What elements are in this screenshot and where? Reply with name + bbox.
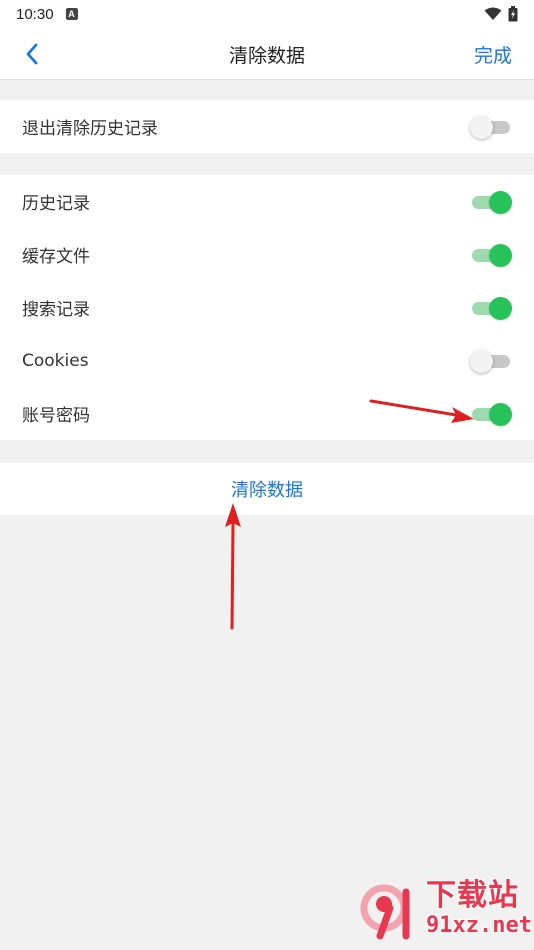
status-bar: 10:30 A — [0, 0, 534, 28]
clear-data-label: 清除数据 — [231, 480, 303, 501]
setting-label: 缓存文件 — [22, 247, 90, 267]
history-toggle[interactable] — [470, 190, 512, 214]
nav-bar: 清除数据 完成 — [0, 28, 534, 80]
toggle-knob — [470, 349, 493, 373]
watermark-line2: 91xz.net — [426, 913, 532, 938]
watermark: 下载站 91xz.net — [360, 868, 532, 950]
setting-label: Cookies — [22, 350, 89, 371]
exit-clear-group: 退出清除历史记录 — [0, 100, 534, 153]
toggle-knob — [489, 402, 512, 426]
chevron-left-icon — [26, 43, 38, 65]
setting-label: 退出清除历史记录 — [22, 119, 158, 139]
setting-label: 账号密码 — [22, 406, 90, 426]
clear-items-group: 历史记录 缓存文件 搜索记录 Cookies 账号密码 — [0, 175, 534, 440]
page-title: 清除数据 — [228, 44, 305, 67]
arrow-to-clear-button — [225, 503, 241, 630]
wifi-icon — [484, 7, 502, 20]
cookies-toggle[interactable] — [470, 349, 512, 373]
toggle-knob — [489, 296, 512, 320]
setting-row-history: 历史记录 — [0, 175, 534, 228]
setting-row-cache-files: 缓存文件 — [0, 228, 534, 281]
watermark-logo-icon — [360, 878, 422, 940]
toggle-knob — [470, 115, 493, 139]
a-icon: A — [65, 8, 78, 20]
search-history-toggle[interactable] — [470, 296, 512, 320]
battery-charging-icon — [508, 6, 518, 22]
exit-clear-history-toggle[interactable] — [470, 115, 512, 139]
setting-row-exit-clear-history: 退出清除历史记录 — [0, 100, 534, 153]
toggle-knob — [489, 243, 512, 267]
setting-label: 搜索记录 — [22, 300, 90, 320]
clear-data-button[interactable]: 清除数据 — [0, 463, 534, 515]
setting-row-cookies: Cookies — [0, 334, 534, 387]
status-time: 10:30 — [16, 5, 54, 23]
setting-row-account-passwords: 账号密码 — [0, 387, 534, 440]
done-button[interactable]: 完成 — [474, 28, 512, 80]
setting-row-search-history: 搜索记录 — [0, 281, 534, 334]
back-button[interactable] — [18, 40, 46, 68]
status-icons — [484, 6, 518, 22]
toggle-knob — [489, 190, 512, 214]
watermark-line1: 下载站 — [426, 878, 519, 913]
watermark-text: 下载站 91xz.net — [426, 879, 532, 939]
setting-label: 历史记录 — [22, 194, 90, 214]
account-passwords-toggle[interactable] — [470, 402, 512, 426]
cache-files-toggle[interactable] — [470, 243, 512, 267]
